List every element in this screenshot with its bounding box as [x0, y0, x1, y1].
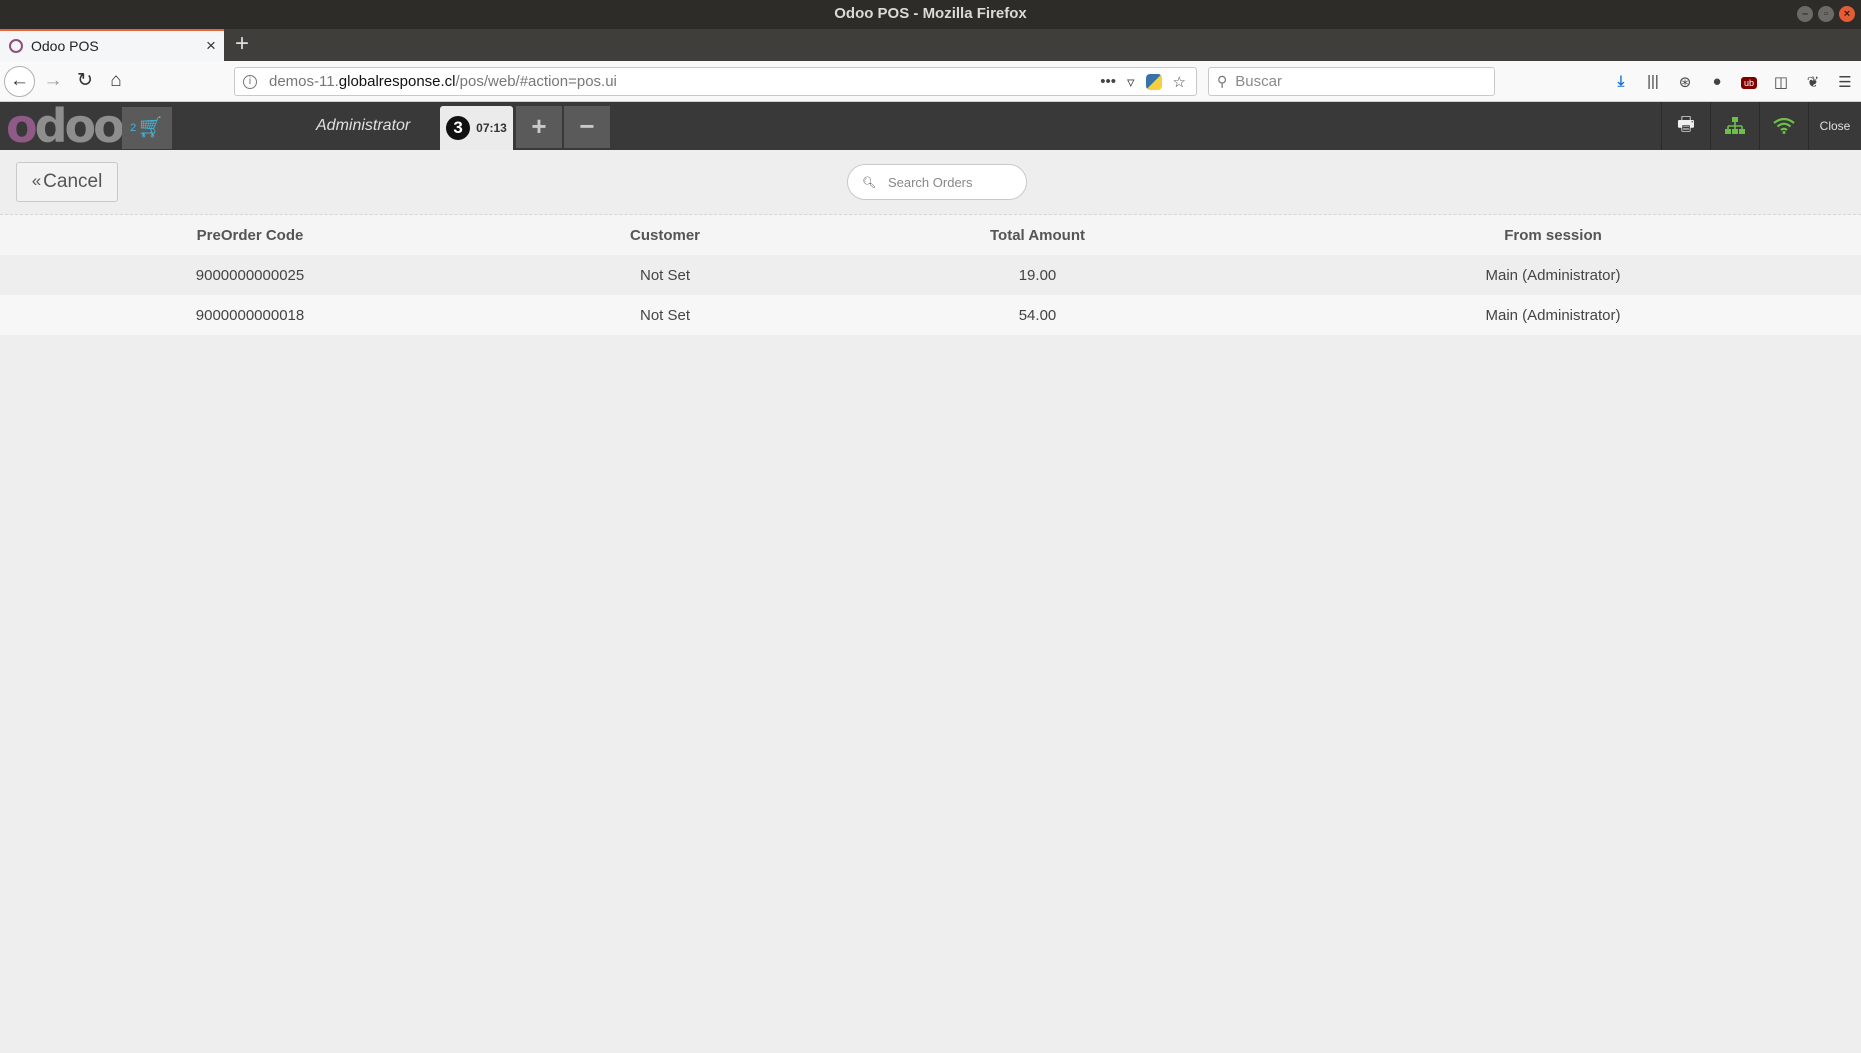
window-controls: – ▫ × — [1797, 6, 1855, 22]
search-icon: ⚲ — [1217, 73, 1228, 89]
tab-close-icon[interactable]: × — [198, 36, 224, 56]
column-header-total-amount: Total Amount — [990, 226, 1085, 244]
hamburger-menu-icon[interactable]: ☰ — [1829, 73, 1861, 91]
proxy-sitemap-icon[interactable] — [1710, 102, 1759, 150]
order-number: 3 — [446, 116, 471, 140]
odoo-favicon-icon — [9, 39, 23, 53]
wifi-sync-icon[interactable] — [1759, 102, 1808, 150]
pocket-icon[interactable]: ▿ — [1127, 73, 1135, 91]
extension-g-icon[interactable]: ● — [1701, 73, 1733, 90]
table-row[interactable]: 9000000000018 Not Set 54.00 Main (Admini… — [0, 295, 1861, 335]
browser-toolbar-icons: ⤓ ||| ⊛ ● ub ◫ ❦ ☰ — [1605, 67, 1861, 96]
site-info-icon[interactable]: i — [243, 74, 257, 89]
library-icon[interactable]: ||| — [1637, 73, 1669, 90]
search-orders-input[interactable] — [887, 174, 1008, 190]
pos-header: odoo 2 🛒︎ Administrator 3 07:13 + − 🖶︎ — [0, 102, 1861, 150]
search-icon: 🔍︎ — [862, 176, 876, 189]
customer-cell: Not Set — [639, 266, 691, 284]
total-amount-cell: 54.00 — [1018, 306, 1057, 324]
bookmark-star-icon[interactable]: ☆ — [1173, 73, 1186, 91]
table-row[interactable]: 9000000000025 Not Set 19.00 Main (Admini… — [0, 255, 1861, 295]
cancel-label: Cancel — [43, 171, 103, 192]
cart-button[interactable]: 2 🛒︎ — [122, 107, 172, 149]
column-header-from-session: From session — [1504, 226, 1602, 244]
logo-first-letter: o — [6, 99, 38, 153]
preorder-code-cell: 9000000000018 — [195, 306, 305, 324]
pos-close-button[interactable]: Close — [1808, 102, 1861, 150]
url-path: /pos/web/#action=pos.ui — [455, 73, 617, 90]
add-order-button[interactable]: + — [516, 106, 562, 148]
extension-swirl-icon[interactable]: ❦ — [1797, 73, 1829, 91]
home-icon[interactable]: ⌂ — [101, 66, 131, 96]
back-arrow-icon[interactable]: ← — [4, 66, 35, 97]
reload-icon[interactable]: ↻ — [70, 66, 100, 96]
customer-cell: Not Set — [639, 306, 691, 324]
sitemap-icon — [1725, 117, 1745, 134]
odoo-logo: o doo — [6, 99, 125, 153]
url-text[interactable]: demos-11.globalresponse.cl/pos/web/#acti… — [269, 73, 1100, 90]
browser-search-input[interactable]: ⚲ Buscar — [1208, 67, 1495, 96]
browser-navbar: ← → ↻ ⌂ i demos-11.globalresponse.cl/pos… — [0, 61, 1861, 102]
url-prefix: demos-11. — [269, 73, 339, 90]
window-title: Odoo POS - Mozilla Firefox — [834, 5, 1027, 22]
browser-search-placeholder: Buscar — [1235, 73, 1282, 90]
session-cell: Main (Administrator) — [1485, 306, 1621, 324]
printer-icon[interactable]: 🖶︎ — [1661, 102, 1710, 150]
status-widgets: 🖶︎ Close — [1661, 102, 1861, 150]
cart-count: 2 — [130, 122, 137, 134]
window-titlebar: Odoo POS - Mozilla Firefox – ▫ × — [0, 0, 1861, 29]
orders-screen: « Cancel 🔍︎ PreOrder Code Customer Total… — [0, 150, 1861, 1053]
downloads-icon[interactable]: ⤓ — [1605, 73, 1637, 90]
double-chevron-left-icon: « — [31, 171, 42, 190]
logo-rest: doo — [34, 99, 125, 153]
cashier-name[interactable]: Administrator — [316, 102, 410, 150]
python-extension-icon[interactable] — [1145, 73, 1162, 90]
total-amount-cell: 19.00 — [1018, 266, 1057, 284]
sidebar-icon[interactable]: ◫ — [1765, 73, 1797, 91]
url-host: globalresponse.cl — [338, 73, 456, 90]
table-header-row: PreOrder Code Customer Total Amount From… — [0, 215, 1861, 255]
orders-table: PreOrder Code Customer Total Amount From… — [0, 214, 1861, 335]
preorder-code-cell: 9000000000025 — [195, 266, 305, 284]
wifi-icon — [1773, 118, 1795, 134]
column-header-preorder-code: PreOrder Code — [196, 226, 304, 244]
new-tab-icon[interactable]: + — [229, 29, 255, 61]
browser-tabstrip: Odoo POS × + — [0, 29, 1861, 61]
order-time: 07:13 — [476, 121, 507, 135]
browser-tab-odoo-pos[interactable]: Odoo POS × — [0, 29, 224, 61]
cancel-button[interactable]: « Cancel — [16, 162, 118, 202]
tab-title: Odoo POS — [31, 38, 99, 54]
ublock-icon[interactable]: ub — [1733, 73, 1765, 90]
maximize-icon[interactable]: ▫ — [1818, 6, 1834, 22]
url-actions: ••• ▿ ☆ — [1100, 73, 1196, 91]
column-header-customer: Customer — [629, 226, 700, 244]
shopping-cart-icon: 🛒︎ — [137, 116, 164, 139]
minimize-icon[interactable]: – — [1797, 6, 1813, 22]
page-actions-icon[interactable]: ••• — [1100, 73, 1116, 90]
extension-globe-icon[interactable]: ⊛ — [1669, 73, 1701, 91]
forward-arrow-icon[interactable]: → — [38, 66, 68, 96]
window-close-icon[interactable]: × — [1839, 6, 1855, 22]
url-bar[interactable]: i demos-11.globalresponse.cl/pos/web/#ac… — [234, 67, 1197, 96]
session-cell: Main (Administrator) — [1485, 266, 1621, 284]
search-orders-box[interactable]: 🔍︎ — [847, 164, 1027, 200]
remove-order-button[interactable]: − — [564, 106, 610, 148]
order-tab-3[interactable]: 3 07:13 — [440, 106, 513, 150]
